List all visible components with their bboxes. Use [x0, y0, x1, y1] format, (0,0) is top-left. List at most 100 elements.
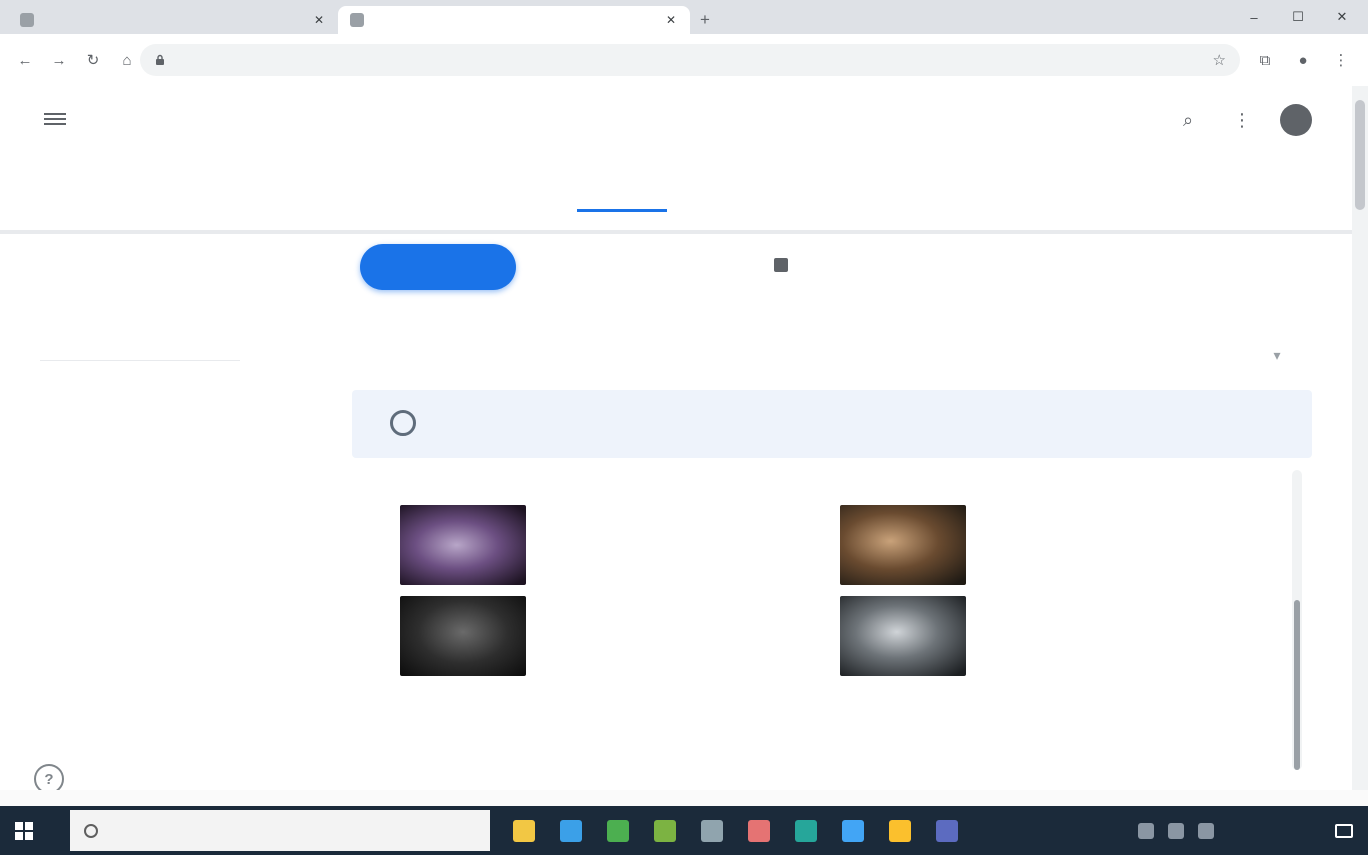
favicon-icon — [20, 13, 34, 27]
app-icon — [606, 819, 629, 842]
nav-tab[interactable] — [701, 176, 791, 212]
info-icon — [774, 258, 788, 272]
site-nav — [0, 176, 1368, 212]
banner-action-button[interactable] — [1026, 406, 1242, 442]
video-thumbnail[interactable] — [840, 596, 966, 676]
account-avatar[interactable] — [1280, 104, 1312, 136]
chevron-down-icon[interactable]: ▾ — [1262, 340, 1292, 370]
sidebar-item[interactable] — [40, 696, 240, 732]
system-tray — [1138, 806, 1308, 855]
profile-icon[interactable]: ● — [1288, 45, 1318, 75]
pinned-app[interactable] — [547, 806, 594, 855]
nav-tab[interactable] — [825, 176, 915, 212]
sidebar-item[interactable] — [40, 426, 240, 462]
text-item-label[interactable] — [400, 706, 506, 766]
browser-tab-active[interactable]: ✕ — [338, 6, 690, 34]
notification-center-button[interactable] — [1320, 806, 1368, 855]
video-thumbnail[interactable] — [400, 505, 526, 585]
browser-tab[interactable]: ✕ — [8, 6, 338, 34]
pinned-app[interactable] — [923, 806, 970, 855]
list-scrollbar-thumb[interactable] — [1294, 600, 1300, 770]
app-icon — [747, 819, 770, 842]
volume-icon[interactable] — [1168, 822, 1184, 839]
nav-tab[interactable] — [453, 176, 543, 212]
pinned-app[interactable] — [688, 806, 735, 855]
browser-tab-strip: ✕ ✕ + – ☐ ✕ — [0, 0, 1368, 34]
card-title[interactable] — [992, 519, 1230, 563]
extensions-icon[interactable]: ⧉ — [1250, 45, 1280, 75]
site-header — [0, 86, 1368, 174]
info-banner — [352, 390, 1312, 458]
media-card[interactable] — [400, 596, 800, 676]
windows-logo-icon — [15, 821, 33, 840]
sidebar-divider — [40, 360, 240, 361]
app-icon — [700, 819, 723, 842]
pinned-app[interactable] — [829, 806, 876, 855]
header-actions: ⌕ ⋮ — [1172, 104, 1312, 136]
home-button[interactable]: ⌂ — [112, 45, 142, 75]
pinned-app[interactable] — [735, 806, 782, 855]
pinned-app[interactable] — [500, 806, 547, 855]
back-button[interactable]: ← — [10, 45, 40, 75]
card-title[interactable] — [552, 610, 790, 654]
app-icon — [794, 819, 817, 842]
notification-icon — [1335, 823, 1353, 838]
browser-icon — [559, 819, 582, 842]
new-tab-button[interactable]: + — [694, 9, 716, 31]
primary-button[interactable] — [360, 244, 516, 290]
pinned-app[interactable] — [876, 806, 923, 855]
media-card[interactable] — [400, 505, 800, 585]
favicon-icon — [350, 13, 364, 27]
sidebar-item[interactable] — [40, 480, 240, 516]
video-thumbnail[interactable] — [840, 505, 966, 585]
sidebar-item[interactable] — [40, 372, 240, 408]
hamburger-icon[interactable] — [44, 110, 66, 128]
tab-close-icon[interactable]: ✕ — [664, 13, 678, 27]
apps-icon[interactable]: ⋮ — [1226, 104, 1258, 136]
search-icon[interactable]: ⌕ — [1172, 104, 1204, 136]
sidebar-item[interactable] — [40, 588, 240, 624]
network-icon[interactable] — [1138, 822, 1154, 839]
app-icon — [841, 819, 864, 842]
banner-icon — [390, 410, 416, 436]
menu-icon[interactable]: ⋮ — [1326, 45, 1356, 75]
minimize-button[interactable]: – — [1232, 0, 1276, 34]
media-card[interactable] — [840, 505, 1240, 585]
screen: ✕ ✕ + – ☐ ✕ ← → ↻ ⌂ ☆ ⧉ ● ⋮ ⌕ ⋮ ? ▾ — [0, 0, 1368, 855]
text-item-description[interactable] — [552, 710, 790, 754]
lock-icon — [156, 54, 164, 65]
search-icon — [84, 823, 98, 838]
sidebar-item[interactable] — [40, 534, 240, 570]
taskbar — [0, 806, 1368, 855]
pinned-app[interactable] — [641, 806, 688, 855]
pinned-app[interactable] — [782, 806, 829, 855]
reload-button[interactable]: ↻ — [78, 45, 108, 75]
close-window-button[interactable]: ✕ — [1320, 0, 1364, 34]
battery-icon[interactable] — [1198, 822, 1214, 839]
start-button[interactable] — [0, 806, 48, 855]
file-explorer-icon — [512, 819, 535, 842]
browser-toolbar: ← → ↻ ⌂ ☆ ⧉ ● ⋮ — [0, 34, 1368, 86]
pinned-apps — [500, 806, 970, 855]
media-card[interactable] — [840, 596, 1240, 676]
page-scrollbar-thumb[interactable] — [1355, 100, 1365, 210]
nav-tab-active[interactable] — [577, 176, 667, 212]
card-title[interactable] — [552, 519, 790, 563]
maximize-button[interactable]: ☐ — [1276, 0, 1320, 34]
taskbar-search[interactable] — [70, 810, 490, 851]
toolbar-actions: ⧉ ● ⋮ — [1250, 45, 1356, 75]
window-controls: – ☐ ✕ — [1232, 0, 1364, 34]
forward-button[interactable]: → — [44, 45, 74, 75]
pinned-app[interactable] — [594, 806, 641, 855]
page-footer-strip — [0, 790, 1368, 806]
card-title[interactable] — [992, 610, 1230, 654]
tab-close-icon[interactable]: ✕ — [312, 13, 326, 27]
sidebar-item[interactable] — [40, 642, 240, 678]
app-icon — [888, 819, 911, 842]
app-icon — [935, 819, 958, 842]
video-thumbnail[interactable] — [400, 596, 526, 676]
address-bar[interactable]: ☆ — [140, 44, 1240, 76]
meta-line — [774, 254, 1310, 276]
sidebar-item-active[interactable] — [40, 318, 240, 354]
star-icon[interactable]: ☆ — [1213, 51, 1226, 69]
